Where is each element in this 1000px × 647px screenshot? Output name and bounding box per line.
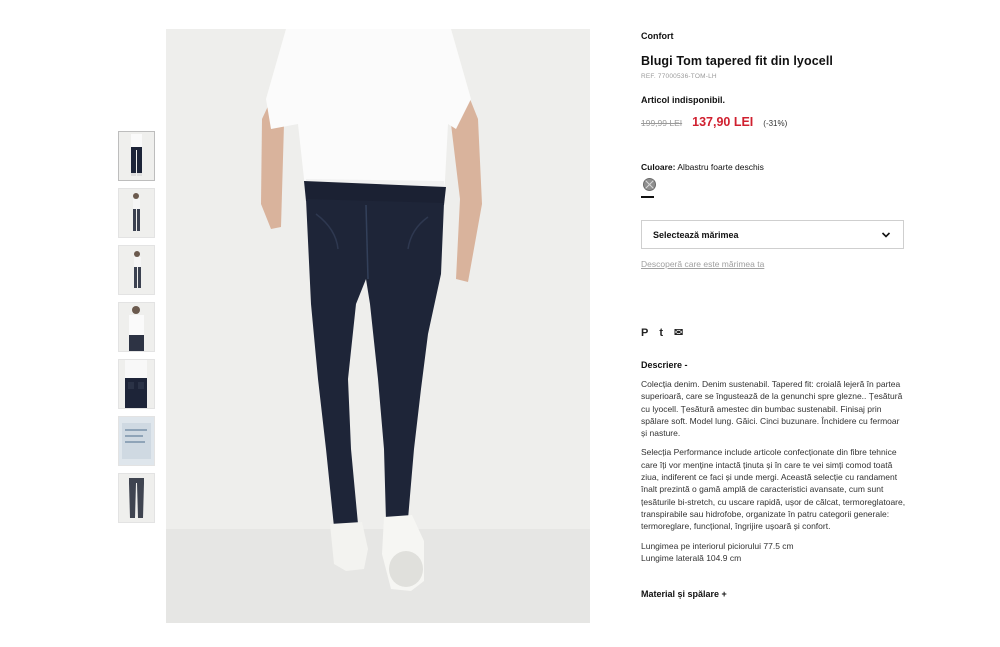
product-main-image[interactable] bbox=[166, 29, 590, 623]
color-value: Albastru foarte deschis bbox=[677, 162, 764, 172]
swatch-selected-indicator bbox=[641, 196, 654, 198]
thumbnail-upper-body[interactable] bbox=[118, 302, 155, 352]
color-label: Culoare: bbox=[641, 162, 676, 172]
product-reference: REF. 77000536-TOM-LH bbox=[641, 73, 717, 80]
product-title: Blugi Tom tapered fit din lyocell bbox=[641, 54, 833, 68]
sale-price: 137,90 LEI bbox=[692, 115, 754, 129]
thumbnail-label-detail[interactable] bbox=[118, 416, 155, 466]
discount-badge: (-31%) bbox=[763, 119, 788, 128]
product-info: Confort Blugi Tom tapered fit din lyocel… bbox=[641, 29, 907, 599]
thumbnail-strip bbox=[118, 131, 155, 530]
side-length: Lungime laterală 104.9 cm bbox=[641, 552, 742, 563]
color-swatch-icon[interactable] bbox=[643, 178, 656, 191]
original-price: 199,99 LEI bbox=[641, 118, 683, 128]
material-care-toggle[interactable]: Material și spălare + bbox=[641, 589, 907, 599]
size-select-label: Selectează mărimea bbox=[653, 229, 739, 240]
thumbnail-side[interactable] bbox=[118, 245, 155, 295]
share-row: P t ✉ bbox=[641, 326, 907, 340]
description-text: Colecția denim. Denim sustenabil. Tapere… bbox=[641, 379, 903, 439]
tumblr-icon[interactable]: t bbox=[659, 327, 663, 339]
size-select[interactable]: Selectează mărimea bbox=[641, 220, 904, 249]
collection-label: Confort bbox=[641, 31, 674, 41]
thumbnail-jeans-flat[interactable] bbox=[118, 473, 155, 523]
chevron-down-icon bbox=[881, 231, 891, 238]
color-swatch-group bbox=[641, 178, 657, 198]
performance-text: Selecția Performance include articole co… bbox=[641, 447, 906, 532]
thumbnail-back[interactable] bbox=[118, 359, 155, 409]
description-toggle[interactable]: Descriere - bbox=[641, 360, 907, 370]
price-row: 199,99 LEI 137,90 LEI (-31%) bbox=[641, 115, 907, 129]
pinterest-icon[interactable]: P bbox=[641, 327, 648, 339]
size-guide-link[interactable]: Descoperă care este mărimea ta bbox=[641, 259, 907, 269]
measurements: Lungimea pe interiorul piciorului 77.5 c… bbox=[641, 540, 907, 565]
mail-icon[interactable]: ✉ bbox=[674, 326, 683, 339]
thumbnail-full-body[interactable] bbox=[118, 188, 155, 238]
color-row: Culoare: Albastru foarte deschis bbox=[641, 162, 907, 172]
availability-status: Articol indisponibil. bbox=[641, 95, 725, 105]
thumbnail-front[interactable] bbox=[118, 131, 155, 181]
inseam-length: Lungimea pe interiorul piciorului 77.5 c… bbox=[641, 540, 794, 551]
